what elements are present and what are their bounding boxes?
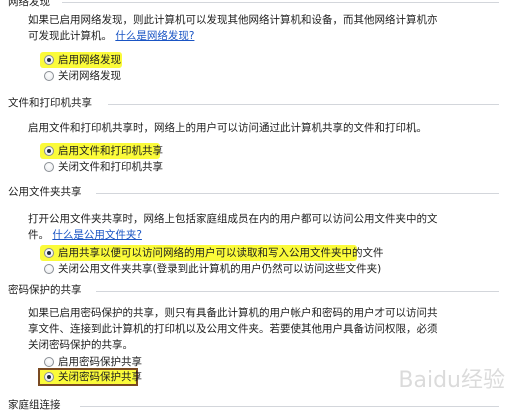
network-discovery-description-text: 如果已启用网络发现，则此计算机可以发现其他网络计算机和设备，而其他网络计算机亦可… <box>28 14 438 42</box>
radio-turn-off-public-folder-sharing[interactable]: 关闭公用文件夹共享(登录到此计算机的用户仍然可以访问这些文件夹) <box>44 261 381 277</box>
what-is-public-folder-link[interactable]: 什么是公用文件夹? <box>52 229 142 241</box>
radio-selected-icon <box>44 146 54 156</box>
section-header-file-printer-sharing: 文件和打印机共享 <box>8 97 92 109</box>
file-printer-sharing-description: 启用文件和打印机共享时，网络上的用户可以访问通过此计算机共享的文件和打印机。 <box>28 122 427 134</box>
radio-dot <box>47 58 51 62</box>
radio-dot <box>47 149 51 153</box>
radio-label: 启用共享以便可以访问网络的用户可以读取和写入公用文件夹中的文件 <box>58 247 384 259</box>
radio-turn-on-file-printer-sharing[interactable]: 启用文件和打印机共享 <box>44 143 163 159</box>
radio-unselected-icon <box>44 264 54 274</box>
radio-label: 关闭网络发现 <box>58 70 121 82</box>
radio-selected-icon <box>44 248 54 258</box>
radio-turn-off-file-printer-sharing[interactable]: 关闭文件和打印机共享 <box>44 159 163 175</box>
password-protected-sharing-description: 如果已启用密码保护的共享，则只有具备此计算机的用户帐户和密码的用户才可以访问共享… <box>28 307 438 351</box>
radio-turn-on-network-discovery[interactable]: 启用网络发现 <box>44 52 121 68</box>
radio-turn-off-network-discovery[interactable]: 关闭网络发现 <box>44 68 121 84</box>
network-discovery-description: 如果已启用网络发现，则此计算机可以发现其他网络计算机和设备，而其他网络计算机亦可… <box>28 12 438 44</box>
section-divider <box>80 406 499 407</box>
radio-dot <box>47 375 51 379</box>
radio-selected-icon <box>44 372 54 382</box>
radio-dot <box>47 251 51 255</box>
section-header-network-discovery: 网络发现 <box>8 0 50 8</box>
radio-label: 启用网络发现 <box>58 54 121 66</box>
radio-unselected-icon <box>44 162 54 172</box>
radio-turn-off-password-protected-sharing[interactable]: 关闭密码保护共享 <box>44 369 142 385</box>
section-header-homegroup-connections: 家庭组连接 <box>8 399 61 411</box>
section-header-public-folder-sharing: 公用文件夹共享 <box>8 186 82 198</box>
radio-unselected-icon <box>44 357 54 367</box>
radio-label: 启用文件和打印机共享 <box>58 145 163 157</box>
radio-label: 关闭公用文件夹共享(登录到此计算机的用户仍然可以访问这些文件夹) <box>58 263 382 275</box>
section-divider <box>96 291 499 292</box>
section-divider <box>62 2 499 3</box>
radio-selected-icon <box>44 55 54 65</box>
radio-label: 关闭文件和打印机共享 <box>58 161 163 173</box>
section-header-password-protected-sharing: 密码保护的共享 <box>8 284 82 296</box>
watermark: Baidu经验 <box>398 368 505 393</box>
section-divider <box>108 104 499 105</box>
radio-label: 关闭密码保护共享 <box>58 371 142 383</box>
section-divider <box>96 193 499 194</box>
radio-turn-on-public-folder-sharing[interactable]: 启用共享以便可以访问网络的用户可以读取和写入公用文件夹中的文件 <box>44 245 384 261</box>
advanced-sharing-settings: 网络发现 如果已启用网络发现，则此计算机可以发现其他网络计算机和设备，而其他网络… <box>0 0 513 414</box>
public-folder-sharing-description: 打开公用文件夹共享时，网络上包括家庭组成员在内的用户都可以访问公用文件夹中的文件… <box>28 211 438 243</box>
what-is-network-discovery-link[interactable]: 什么是网络发现? <box>115 30 194 42</box>
radio-unselected-icon <box>44 71 54 81</box>
